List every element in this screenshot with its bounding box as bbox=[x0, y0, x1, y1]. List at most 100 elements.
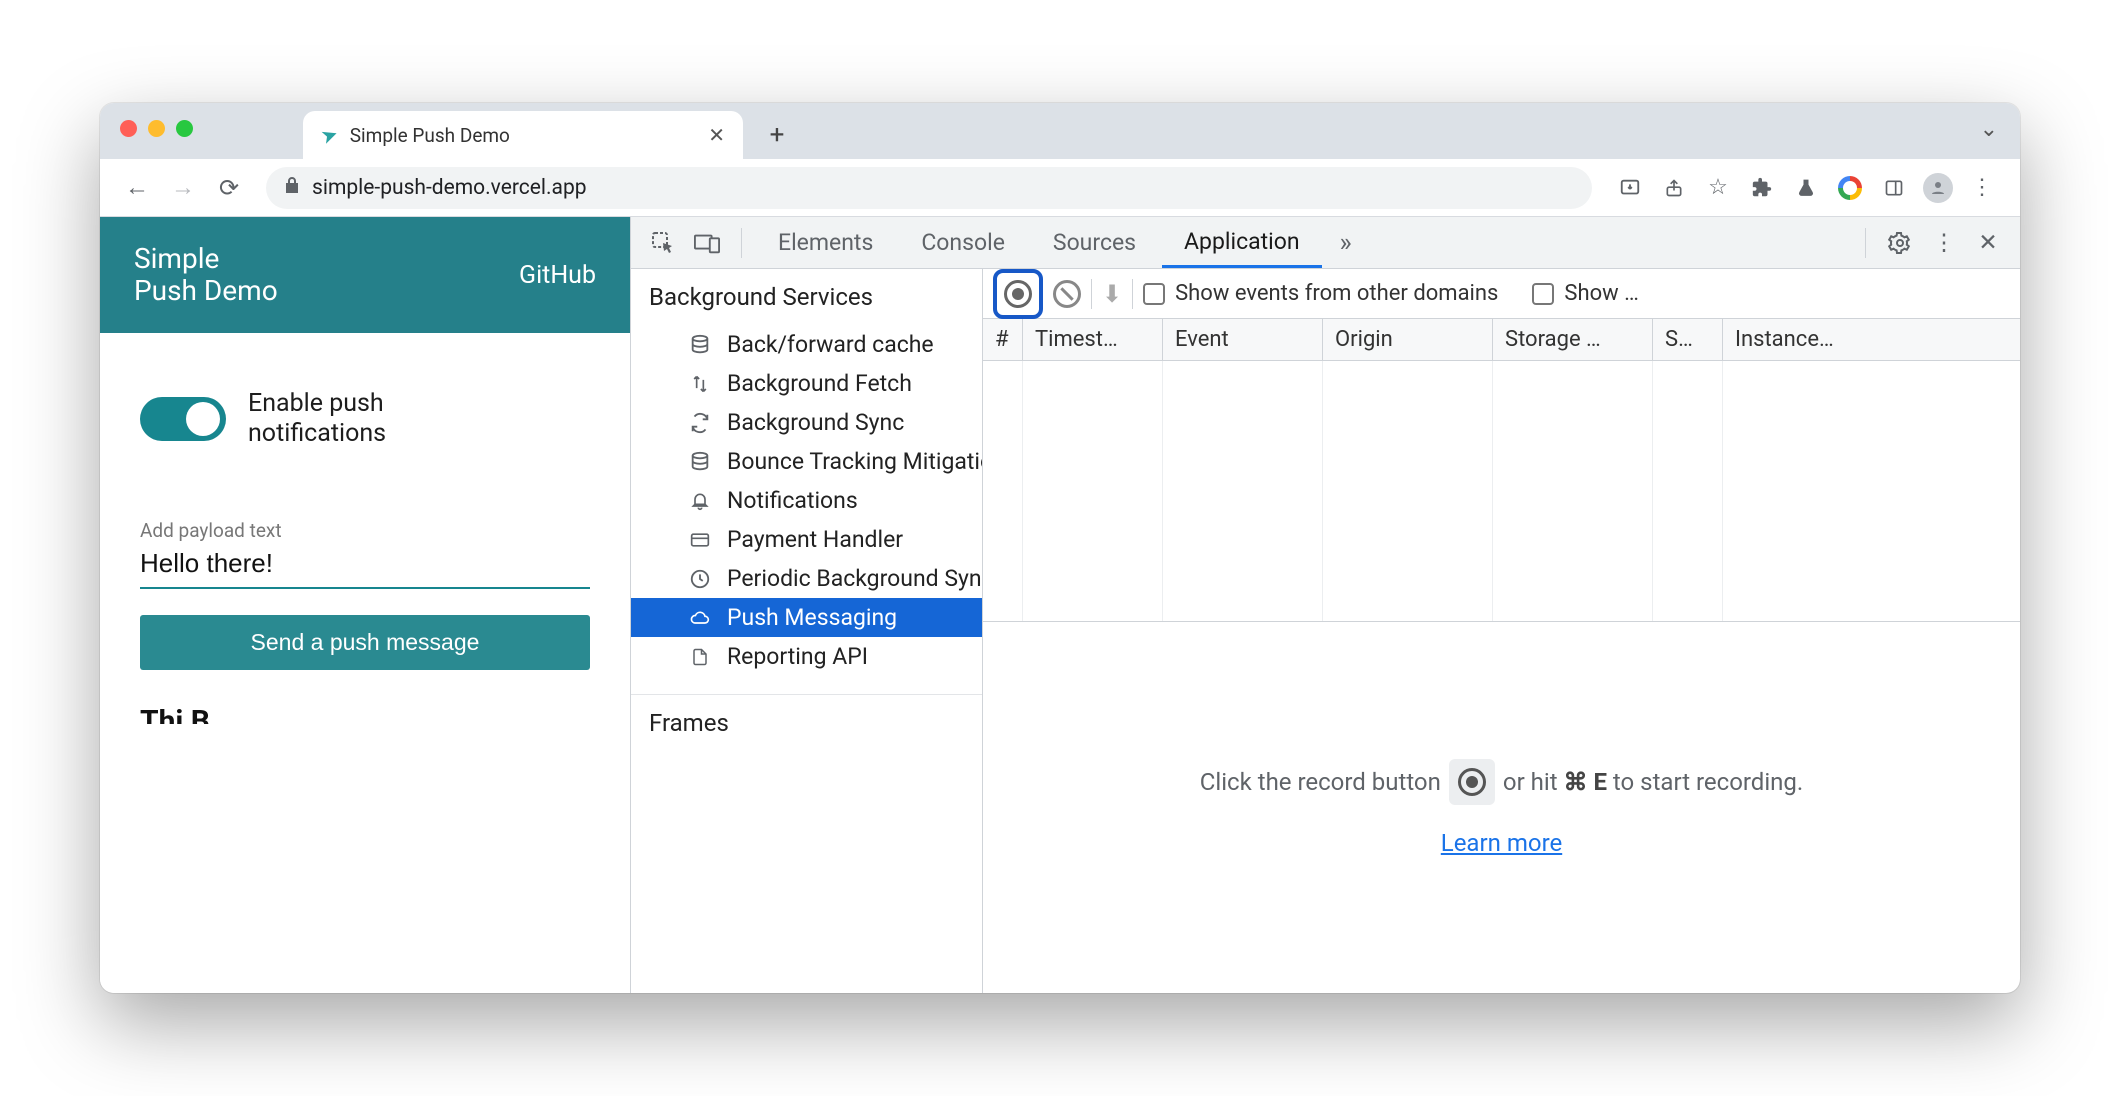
share-icon[interactable] bbox=[1654, 168, 1694, 208]
cloud-icon bbox=[687, 608, 713, 628]
database-icon bbox=[687, 334, 713, 356]
col-timestamp[interactable]: Timest… bbox=[1023, 319, 1163, 360]
sidebar-item-bounce-tracking[interactable]: Bounce Tracking Mitigations bbox=[631, 442, 982, 481]
bookmark-star-icon[interactable]: ☆ bbox=[1698, 168, 1738, 208]
enable-push-label: Enable push notifications bbox=[248, 389, 386, 449]
placeholder-text-before: Click the record button bbox=[1200, 768, 1441, 796]
page-content: Simple Push Demo GitHub Enable push noti… bbox=[100, 217, 630, 993]
send-push-button[interactable]: Send a push message bbox=[140, 615, 590, 670]
truncated-heading: Thi B bbox=[140, 704, 590, 724]
sidebar-item-reporting-api[interactable]: Reporting API bbox=[631, 637, 982, 676]
record-button-highlight bbox=[993, 269, 1043, 319]
col-storage[interactable]: Storage … bbox=[1493, 319, 1653, 360]
show-truncated-checkbox[interactable] bbox=[1532, 283, 1554, 305]
back-button[interactable]: ← bbox=[118, 169, 156, 207]
tab-console[interactable]: Console bbox=[899, 217, 1027, 268]
record-button[interactable] bbox=[1004, 280, 1032, 308]
col-index[interactable]: # bbox=[983, 319, 1023, 360]
chevron-down-icon[interactable]: ⌄ bbox=[1980, 117, 1998, 142]
devtools-panel: Elements Console Sources Application » ⋮… bbox=[630, 217, 2020, 993]
application-sidebar: Background Services Back/forward cache B… bbox=[631, 269, 983, 993]
settings-gear-icon[interactable] bbox=[1880, 223, 1920, 263]
download-icon[interactable]: ⬇ bbox=[1102, 280, 1122, 308]
device-toolbar-icon[interactable] bbox=[687, 223, 727, 263]
app-header: Simple Push Demo GitHub bbox=[100, 217, 630, 333]
omnibox[interactable]: simple-push-demo.vercel.app bbox=[266, 167, 1592, 209]
show-other-domains-checkbox[interactable] bbox=[1143, 283, 1165, 305]
shortcut-modifier: ⌘ bbox=[1564, 768, 1588, 796]
new-tab-button[interactable]: + bbox=[757, 115, 797, 155]
clock-icon bbox=[687, 568, 713, 590]
github-link[interactable]: GitHub bbox=[519, 261, 596, 290]
sidebar-item-notifications[interactable]: Notifications bbox=[631, 481, 982, 520]
col-event[interactable]: Event bbox=[1163, 319, 1323, 360]
extensions-icon[interactable] bbox=[1742, 168, 1782, 208]
close-tab-icon[interactable]: ✕ bbox=[708, 123, 725, 147]
database-icon bbox=[687, 451, 713, 473]
sync-icon bbox=[687, 412, 713, 434]
sidebar-category-bg-services: Background Services bbox=[631, 269, 982, 325]
enable-push-toggle[interactable] bbox=[140, 397, 226, 441]
google-icon[interactable] bbox=[1830, 168, 1870, 208]
show-truncated-label: Show … bbox=[1564, 281, 1638, 306]
tab-title: Simple Push Demo bbox=[350, 124, 510, 147]
labs-icon[interactable] bbox=[1786, 168, 1826, 208]
col-instance[interactable]: Instance… bbox=[1723, 319, 2020, 360]
events-table-header: # Timest… Event Origin Storage … S… Inst… bbox=[983, 319, 2020, 361]
payload-input[interactable] bbox=[140, 544, 590, 589]
browser-tab[interactable]: ➤ Simple Push Demo ✕ bbox=[303, 111, 743, 159]
sidebar-item-push-messaging[interactable]: Push Messaging bbox=[631, 598, 982, 637]
sidebar-item-payment-handler[interactable]: Payment Handler bbox=[631, 520, 982, 559]
devtools-kebab-icon[interactable]: ⋮ bbox=[1924, 223, 1964, 263]
sidebar-item-bg-sync[interactable]: Background Sync bbox=[631, 403, 982, 442]
recording-placeholder: Click the record button or hit ⌘ E to st… bbox=[983, 621, 2020, 993]
content-area: Simple Push Demo GitHub Enable push noti… bbox=[100, 217, 2020, 993]
enable-push-row: Enable push notifications bbox=[140, 389, 590, 449]
side-panel-icon[interactable] bbox=[1874, 168, 1914, 208]
sidebar-item-bg-fetch[interactable]: Background Fetch bbox=[631, 364, 982, 403]
app-title: Simple Push Demo bbox=[134, 243, 278, 307]
col-origin[interactable]: Origin bbox=[1323, 319, 1493, 360]
tab-elements[interactable]: Elements bbox=[756, 217, 895, 268]
fullscreen-window-button[interactable] bbox=[176, 120, 193, 137]
window-controls bbox=[120, 120, 193, 137]
placeholder-text-or-hit: or hit bbox=[1503, 768, 1558, 796]
browser-window: ➤ Simple Push Demo ✕ + ⌄ ← → ⟳ simple-pu… bbox=[100, 103, 2020, 993]
application-main: ⬇ Show events from other domains Show … … bbox=[983, 269, 2020, 993]
tab-sources[interactable]: Sources bbox=[1031, 217, 1158, 268]
forward-button[interactable]: → bbox=[164, 169, 202, 207]
reload-button[interactable]: ⟳ bbox=[210, 169, 248, 207]
placeholder-text-after: to start recording. bbox=[1613, 768, 1803, 796]
payload-label: Add payload text bbox=[140, 519, 590, 542]
toolbar: ← → ⟳ simple-push-demo.vercel.app ☆ bbox=[100, 159, 2020, 217]
tab-strip: ➤ Simple Push Demo ✕ + ⌄ bbox=[100, 103, 2020, 159]
record-icon bbox=[1449, 759, 1495, 805]
bell-icon bbox=[687, 490, 713, 512]
tab-application[interactable]: Application bbox=[1162, 217, 1322, 268]
paper-plane-icon: ➤ bbox=[317, 121, 341, 149]
sidebar-item-bfcache[interactable]: Back/forward cache bbox=[631, 325, 982, 364]
devtools-tabbar: Elements Console Sources Application » ⋮… bbox=[631, 217, 2020, 269]
more-tabs-icon[interactable]: » bbox=[1326, 223, 1366, 263]
clear-button[interactable] bbox=[1053, 280, 1081, 308]
bg-services-toolbar: ⬇ Show events from other domains Show … bbox=[983, 269, 2020, 319]
events-table-body bbox=[983, 361, 2020, 621]
credit-card-icon bbox=[687, 530, 713, 550]
profile-avatar[interactable] bbox=[1918, 168, 1958, 208]
learn-more-link[interactable]: Learn more bbox=[1441, 829, 1562, 857]
kebab-menu-icon[interactable]: ⋮ bbox=[1962, 168, 2002, 208]
inspect-element-icon[interactable] bbox=[643, 223, 683, 263]
col-s[interactable]: S… bbox=[1653, 319, 1723, 360]
url-text: simple-push-demo.vercel.app bbox=[312, 176, 587, 200]
sidebar-category-frames: Frames bbox=[631, 695, 982, 751]
install-icon[interactable] bbox=[1610, 168, 1650, 208]
app-title-line1: Simple bbox=[134, 243, 278, 275]
minimize-window-button[interactable] bbox=[148, 120, 165, 137]
close-window-button[interactable] bbox=[120, 120, 137, 137]
show-other-domains-label: Show events from other domains bbox=[1175, 281, 1498, 306]
document-icon bbox=[687, 646, 713, 668]
close-devtools-icon[interactable]: ✕ bbox=[1968, 223, 2008, 263]
fetch-arrows-icon bbox=[687, 373, 713, 395]
app-title-line2: Push Demo bbox=[134, 275, 278, 307]
sidebar-item-periodic-sync[interactable]: Periodic Background Sync bbox=[631, 559, 982, 598]
